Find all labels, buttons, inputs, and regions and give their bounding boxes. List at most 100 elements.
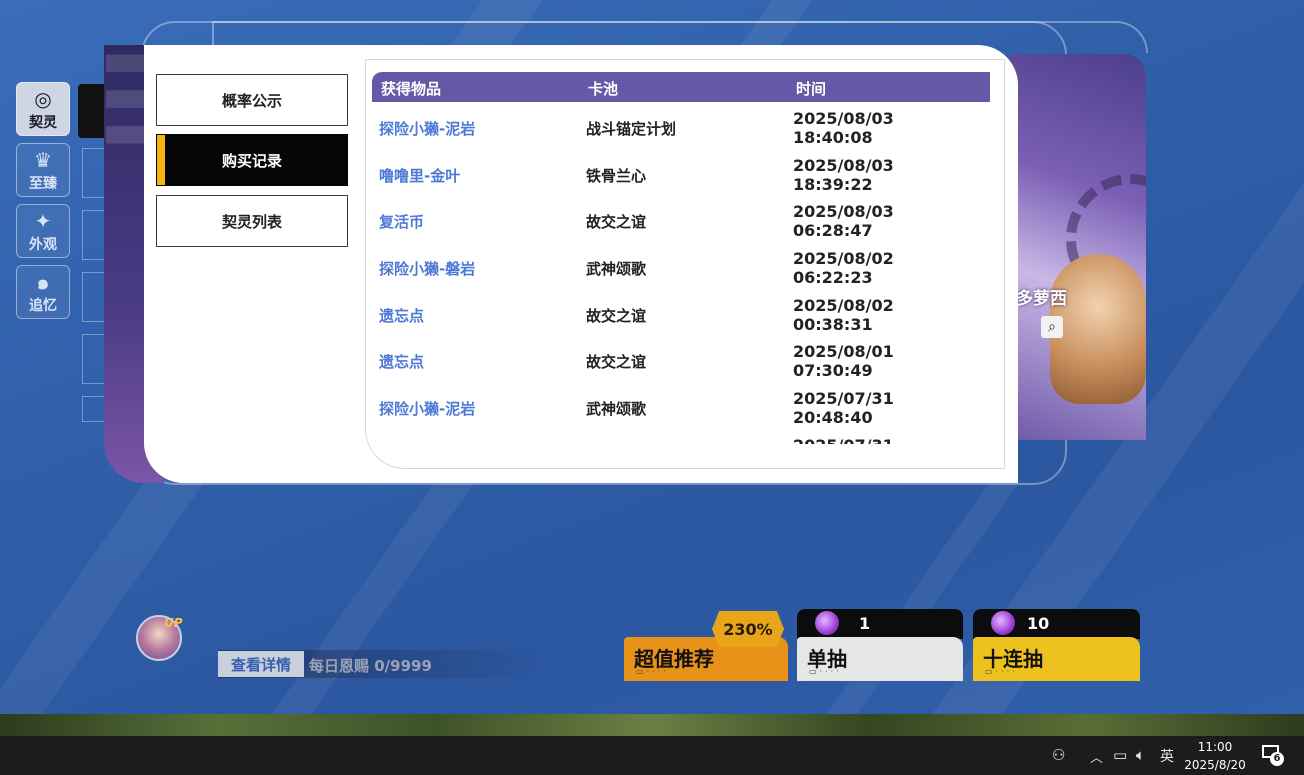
menu-label: 契灵列表 — [221, 212, 282, 231]
row-item-link[interactable]: 探险小獭-泥岩 — [379, 118, 475, 139]
gem-icon — [991, 611, 1015, 635]
side-slot — [82, 272, 106, 322]
side-slot — [82, 210, 106, 260]
table-body[interactable]: 探险小獭-泥岩 战斗锚定计划 2025/08/03 18:40:08 噜噜里-金叶 铁骨兰… — [366, 106, 996, 444]
row-clock: 18:39:22 — [793, 174, 873, 194]
row-clock: 07:30:49 — [793, 361, 873, 381]
search-icon[interactable]: ⌕ — [1041, 316, 1063, 338]
row-date: 2025/07/31 — [793, 436, 983, 444]
row-item-link[interactable]: 探险小獭-磐岩 — [379, 258, 475, 279]
row-item-link[interactable]: 噜噜里-金叶 — [379, 165, 460, 186]
row-time: 2025/07/3109:58:31 — [793, 436, 983, 444]
row-pool: 武神颂歌 — [586, 400, 647, 419]
menu-probability-button[interactable]: 概率公示 — [156, 74, 348, 126]
row-date: 2025/08/02 — [793, 249, 894, 269]
dots-decoration: ▭···· — [985, 667, 1018, 676]
column-header-item: 获得物品 — [381, 80, 442, 98]
table-row[interactable]: 探险小獭-磐岩 武神颂歌 2025/08/02 06:22:23 — [366, 246, 996, 293]
menu-label: 概率公示 — [221, 91, 282, 110]
row-pool: 武神颂歌 — [586, 260, 647, 279]
row-item-link[interactable]: 复活币 — [379, 211, 424, 232]
row-pool: 故交之谊 — [586, 306, 647, 325]
dots-decoration: ▭···· — [636, 667, 669, 676]
banner-character-name: 多萝西 — [1016, 289, 1067, 309]
swirl-icon: ๑ — [36, 270, 50, 294]
row-pool: 战斗锚定计划 — [586, 120, 677, 138]
system-clock[interactable]: 11:00 2025/8/20 — [1180, 738, 1250, 774]
cost-count: 1 — [859, 614, 871, 633]
row-date: 2025/08/03 — [793, 155, 894, 175]
row-item-link[interactable]: 遗忘点 — [379, 305, 424, 326]
table-row[interactable]: 探险小獭-泥岩 战斗锚定计划 2025/08/03 18:40:08 — [366, 106, 996, 153]
discount-badge: 230% — [712, 611, 784, 647]
cost-count: 10 — [1027, 614, 1050, 633]
tab-label: 至臻 — [29, 176, 57, 192]
taskbar: ⚇ ︿ ▭ 🔈︎ 英 11:00 2025/8/20 6 — [0, 736, 1304, 775]
row-time: 2025/07/31 20:48:40 — [793, 389, 983, 427]
side-slot — [82, 148, 106, 198]
purchase-record-dialog: 概率公示 购买记录 契灵列表 获得物品 卡池 时间 探险小獭-泥岩 战斗锚定计划 2… — [144, 45, 1018, 483]
row-clock: 06:22:23 — [793, 268, 873, 288]
up-badge: UP — [164, 616, 183, 630]
row-item-link[interactable]: 探险小獭-泥岩 — [379, 398, 475, 419]
row-time: 2025/08/02 00:38:31 — [793, 296, 983, 334]
menu-spirit-list-button[interactable]: 契灵列表 — [156, 195, 348, 247]
notification-icon[interactable]: 6 — [1262, 745, 1284, 766]
ime-indicator[interactable]: 英 — [1160, 746, 1174, 766]
tab-appearance[interactable]: ✦ 外观 — [16, 204, 70, 258]
volume-icon[interactable]: 🔈︎ — [1136, 746, 1145, 764]
tab-spirit[interactable]: ◎ 契灵 — [16, 82, 70, 136]
table-header: 获得物品 卡池 时间 — [372, 72, 990, 102]
row-clock: 00:38:31 — [793, 314, 873, 334]
row-time: 2025/08/03 18:39:22 — [793, 156, 983, 194]
row-date: 2025/08/01 — [793, 342, 894, 362]
tab-label: 外观 — [29, 237, 57, 253]
character-banner[interactable] — [1010, 54, 1146, 440]
table-row[interactable]: 遗忘点 故交之谊 2025/08/02 00:38:31 — [366, 293, 996, 340]
row-time: 2025/08/03 06:28:47 — [793, 202, 983, 240]
dots-decoration: ▭···· — [809, 667, 842, 676]
table-row[interactable]: 复活币 故交之谊 2025/08/03 06:28:47 — [366, 199, 996, 246]
table-row[interactable]: 噜噜里-浅海战斗锚定计划2025/07/3109:58:31 — [366, 433, 996, 444]
side-slot — [82, 334, 106, 384]
people-icon[interactable]: ⚇ — [1052, 746, 1065, 764]
row-time: 2025/08/01 07:30:49 — [793, 342, 983, 380]
notification-count: 6 — [1270, 752, 1284, 766]
desktop-wallpaper-strip — [0, 714, 1304, 736]
row-clock: 20:48:40 — [793, 408, 873, 428]
menu-purchase-history-button[interactable]: 购买记录 — [156, 134, 348, 186]
ten-draw-cost: 10 — [973, 609, 1140, 639]
single-draw-cost: 1 — [797, 609, 963, 639]
table-row[interactable]: 探险小獭-泥岩 武神颂歌 2025/07/31 20:48:40 — [366, 386, 996, 433]
row-pool: 故交之谊 — [586, 213, 647, 232]
row-pool: 故交之谊 — [586, 353, 647, 372]
clock-time: 11:00 — [1197, 740, 1233, 754]
row-clock: 18:40:08 — [793, 128, 873, 147]
row-pool: 铁骨兰心 — [586, 166, 647, 185]
table-row[interactable]: 噜噜里-金叶 铁骨兰心 2025/08/03 18:39:22 — [366, 153, 996, 200]
table-row[interactable]: 遗忘点 故交之谊 2025/08/01 07:30:49 — [366, 339, 996, 386]
clock-date: 2025/8/20 — [1184, 758, 1246, 772]
tab-recall[interactable]: ๑ 追忆 — [16, 265, 70, 319]
menu-label: 购买记录 — [221, 151, 282, 170]
row-date: 2025/08/03 — [793, 202, 894, 222]
network-icon[interactable]: ▭ — [1113, 746, 1127, 764]
row-date: 2025/08/03 — [793, 109, 894, 128]
left-tab-column: ◎ 契灵 ♛ 至臻 ✦ 外观 ๑ 追忆 — [16, 82, 72, 326]
column-header-time: 时间 — [796, 80, 827, 98]
single-draw-button[interactable]: 1 单抽 ▭···· — [797, 609, 963, 681]
row-item-link[interactable]: 遗忘点 — [379, 351, 424, 372]
view-details-button[interactable]: 查看详情 — [218, 651, 304, 677]
sparkle-icon: ✦ — [34, 209, 52, 233]
row-clock: 06:28:47 — [793, 221, 873, 241]
row-time: 2025/08/03 18:40:08 — [793, 109, 983, 147]
daily-gift-counter: 每日恩赐 0/9999 — [309, 657, 432, 675]
tab-supreme[interactable]: ♛ 至臻 — [16, 143, 70, 197]
purchase-table: 获得物品 卡池 时间 探险小獭-泥岩 战斗锚定计划 2025/08/03 18:40:… — [365, 59, 1005, 469]
ten-draw-button[interactable]: 10 十连抽 ▭···· — [973, 609, 1140, 681]
spirit-icon: ◎ — [34, 87, 52, 111]
row-date: 2025/08/02 — [793, 295, 894, 315]
tab-label: 契灵 — [29, 115, 57, 131]
crown-icon: ♛ — [34, 148, 52, 172]
chevron-up-icon[interactable]: ︿ — [1090, 747, 1103, 766]
